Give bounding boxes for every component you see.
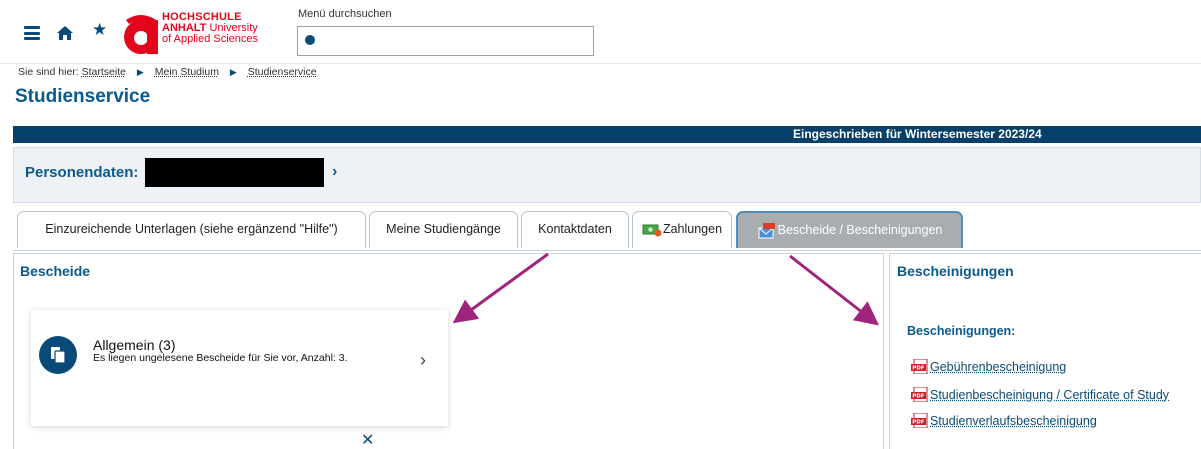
card-subtitle: Es liegen ungelesene Bescheide für Sie v…	[93, 352, 348, 364]
svg-text:PDF: PDF	[912, 420, 925, 426]
search-label: Menü durchsuchen	[298, 8, 392, 20]
logo-line3: of Applied Sciences	[162, 33, 259, 45]
enrollment-status-text: Eingeschrieben für Wintersemester 2023/2…	[793, 127, 1042, 141]
breadcrumb-studienservice[interactable]: Studienservice	[248, 66, 317, 78]
tab-einzureichende-unterlagen[interactable]: Einzureichende Unterlagen (siehe ergänze…	[17, 211, 366, 248]
logo-mark	[124, 15, 158, 54]
breadcrumb-startseite[interactable]: Startseite	[82, 66, 126, 78]
menu-search-input[interactable]	[297, 26, 594, 56]
tab-bescheide-bescheinigungen[interactable]: Bescheide / Bescheinigungen	[736, 211, 963, 248]
person-data-label: Personendaten:	[25, 164, 139, 181]
bescheinigungen-panel: Bescheinigungen Bescheinigungen: PDF Geb…	[889, 253, 1201, 449]
cert-link-label: Gebührenbescheinigung	[930, 360, 1067, 374]
allgemein-card[interactable]: Allgemein (3) Es liegen ungelesene Besch…	[31, 310, 448, 426]
chevron-right-icon: ▶	[229, 67, 237, 77]
svg-text:PDF: PDF	[912, 366, 925, 372]
breadcrumb-prefix: Sie sind hier:	[18, 66, 79, 78]
pdf-icon: PDF	[911, 413, 928, 428]
tab-bar: Einzureichende Unterlagen (siehe ergänze…	[13, 211, 1201, 251]
money-icon	[642, 224, 662, 237]
studienverlaufsbescheinigung-link[interactable]: PDF Studienverlaufsbescheinigung	[911, 413, 1097, 428]
person-data-box[interactable]: Personendaten: ›	[13, 147, 1201, 203]
svg-text:PDF: PDF	[912, 394, 925, 400]
bescheinigungen-title: Bescheinigungen	[897, 263, 1014, 279]
close-icon[interactable]: ✕	[361, 430, 374, 449]
bescheinigungen-heading: Bescheinigungen:	[907, 324, 1016, 338]
tab-zahlungen-label: Zahlungen	[662, 222, 723, 236]
new-mail-icon	[758, 222, 775, 239]
breadcrumb: Sie sind hier: Startseite ▶ Mein Studium…	[18, 66, 317, 78]
chevron-right-icon[interactable]: ›	[420, 350, 426, 371]
tab-zahlungen[interactable]: Zahlungen	[632, 211, 732, 248]
menu-icon[interactable]	[24, 26, 40, 40]
tab-bescheide-label: Bescheide / Bescheinigungen	[777, 223, 943, 237]
bescheide-title: Bescheide	[20, 263, 91, 279]
enrollment-status-bar: Eingeschrieben für Wintersemester 2023/2…	[13, 126, 1201, 143]
cert-link-label: Studienverlaufsbescheinigung	[930, 414, 1097, 428]
chevron-right-icon[interactable]: ›	[332, 163, 337, 181]
documents-icon	[39, 336, 77, 374]
redacted-name	[145, 158, 324, 187]
tab-kontaktdaten[interactable]: Kontaktdaten	[521, 211, 629, 248]
cert-link-label: Studienbescheinigung / Certificate of St…	[930, 388, 1170, 402]
studienbescheinigung-link[interactable]: PDF Studienbescheinigung / Certificate o…	[911, 387, 1169, 402]
search-icon	[305, 35, 315, 45]
card-title: Allgemein (3)	[93, 337, 176, 353]
gebuehrenbescheinigung-link[interactable]: PDF Gebührenbescheinigung	[911, 359, 1066, 374]
page-title: Studienservice	[15, 86, 151, 107]
top-header: ★ HOCHSCHULE ANHALT University of Applie…	[0, 0, 1201, 64]
bescheide-panel: Bescheide Allgemein (3) Es liegen ungele…	[13, 253, 884, 449]
star-icon[interactable]: ★	[92, 20, 107, 40]
breadcrumb-mein-studium[interactable]: Mein Studium	[155, 66, 219, 78]
tab-meine-studiengaenge[interactable]: Meine Studiengänge	[369, 211, 518, 248]
home-icon[interactable]	[55, 23, 75, 43]
pdf-icon: PDF	[911, 359, 928, 374]
university-logo[interactable]: HOCHSCHULE ANHALT University of Applied …	[120, 6, 270, 60]
chevron-right-icon: ▶	[136, 67, 144, 77]
pdf-icon: PDF	[911, 387, 928, 402]
